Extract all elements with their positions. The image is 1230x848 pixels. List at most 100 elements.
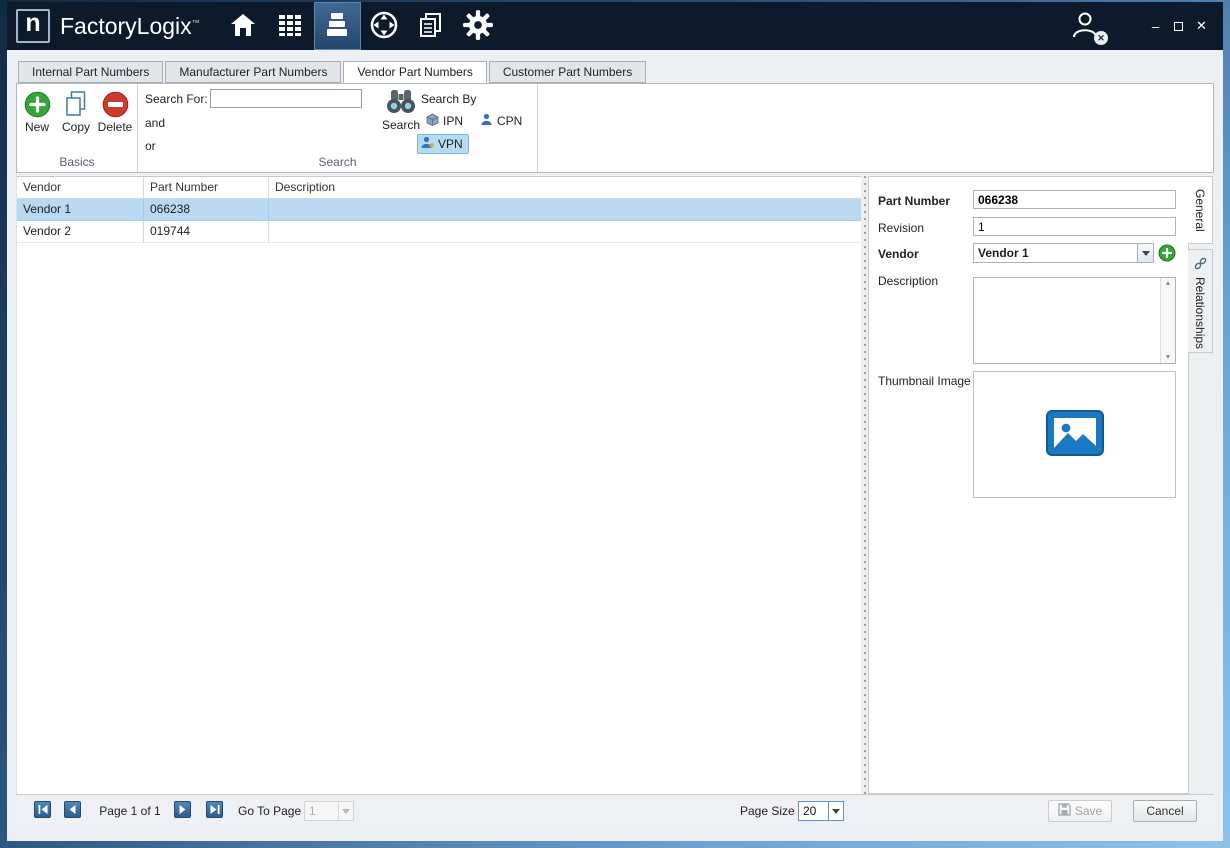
tab-customer-part-numbers[interactable]: Customer Part Numbers — [489, 61, 646, 83]
previous-page-button[interactable] — [64, 801, 81, 818]
go-to-page-value: 1 — [305, 802, 338, 820]
search-by-vpn-option[interactable]: VPN — [417, 134, 469, 154]
delete-icon — [96, 89, 134, 119]
home-icon — [229, 12, 257, 41]
ipn-icon — [426, 113, 439, 129]
tab-manufacturer-part-numbers[interactable]: Manufacturer Part Numbers — [165, 61, 341, 83]
image-placeholder-icon — [1046, 410, 1104, 459]
page-size-dropdown[interactable]: 20 — [798, 801, 844, 821]
minimize-icon: – — [1152, 19, 1159, 34]
search-group-label: Search — [138, 155, 537, 169]
app-logo: n — [16, 9, 50, 43]
table-row[interactable]: Vendor 2 019744 — [17, 221, 861, 243]
revision-input[interactable] — [973, 217, 1176, 236]
table-header: Vendor Part Number Description — [17, 177, 861, 199]
search-for-input[interactable] — [210, 89, 362, 108]
settings-icon — [462, 9, 494, 44]
maximize-button[interactable] — [1167, 15, 1190, 38]
cell-vendor: Vendor 1 — [17, 199, 144, 221]
next-page-button[interactable] — [174, 801, 191, 818]
nav-home[interactable] — [220, 2, 267, 50]
logout-badge-icon: ✕ — [1094, 31, 1108, 45]
scroll-up-icon[interactable]: ▲ — [1161, 280, 1175, 287]
app-window: n FactoryLogix™ — [7, 2, 1223, 841]
splitter-dots — [864, 176, 866, 794]
go-to-page-input[interactable]: 1 — [304, 801, 354, 821]
add-vendor-button[interactable] — [1158, 244, 1176, 262]
nav-settings[interactable] — [455, 2, 502, 50]
trademark: ™ — [192, 18, 200, 27]
page-size-value: 20 — [799, 802, 828, 820]
nav-documents[interactable] — [408, 2, 455, 50]
vpn-label: VPN — [438, 137, 463, 151]
cpn-icon — [480, 113, 493, 129]
basics-group-label: Basics — [17, 155, 137, 169]
side-tab-relationships[interactable]: Relationships — [1188, 249, 1213, 353]
description-label: Description — [878, 274, 938, 288]
side-tab-general-label: General — [1193, 189, 1207, 232]
user-status-button[interactable]: ✕ — [1070, 9, 1104, 43]
cell-vendor: Vendor 2 — [17, 221, 144, 243]
vendor-parts-table: Vendor Part Number Description Vendor 1 … — [16, 176, 861, 794]
app-logo-letter: n — [25, 11, 40, 36]
and-label: and — [145, 116, 165, 130]
tab-internal-part-numbers[interactable]: Internal Part Numbers — [18, 61, 163, 83]
search-for-label: Search For: — [145, 92, 208, 106]
copy-label: Copy — [57, 120, 95, 134]
part-number-input[interactable] — [973, 190, 1176, 209]
link-icon — [1194, 257, 1207, 273]
materials-icon — [323, 11, 351, 42]
column-header-description[interactable]: Description — [269, 177, 861, 198]
search-by-ipn-option[interactable]: IPN — [422, 111, 469, 131]
save-icon — [1058, 803, 1071, 819]
ribbon-toolbar: New Copy — [16, 83, 1214, 173]
page-indicator: Page 1 of 1 — [90, 804, 170, 818]
delete-button[interactable]: Delete — [96, 89, 134, 134]
column-header-part-number[interactable]: Part Number — [144, 177, 269, 198]
save-label: Save — [1075, 804, 1102, 818]
revision-label: Revision — [878, 221, 924, 235]
copy-button[interactable]: Copy — [57, 89, 95, 134]
tab-vendor-part-numbers[interactable]: Vendor Part Numbers — [343, 61, 486, 83]
documents-icon — [417, 11, 445, 42]
titlebar: n FactoryLogix™ — [7, 2, 1223, 50]
go-to-page-label: Go To Page — [238, 804, 301, 818]
scroll-down-icon[interactable]: ▼ — [1161, 354, 1175, 361]
first-page-button[interactable] — [34, 801, 51, 818]
bottom-bar: Page 1 of 1 Go To Page 1 Page Size 20 — [16, 794, 1214, 825]
ribbon-group-basics: New Copy — [17, 84, 138, 172]
page-size-label: Page Size — [740, 804, 795, 818]
table-row[interactable]: Vendor 1 066238 — [17, 199, 861, 221]
column-header-vendor[interactable]: Vendor — [17, 177, 144, 198]
side-tab-general[interactable]: General — [1188, 176, 1213, 244]
planning-icon — [277, 12, 303, 41]
search-by-label: Search By — [421, 92, 476, 106]
new-button[interactable]: New — [18, 89, 56, 134]
maximize-icon — [1174, 22, 1183, 31]
new-label: New — [18, 120, 56, 134]
search-by-cpn-option[interactable]: CPN — [476, 111, 528, 131]
or-label: or — [145, 139, 156, 153]
minimize-button[interactable]: – — [1144, 15, 1167, 38]
cell-part-number: 066238 — [144, 199, 269, 221]
vendor-label: Vendor — [878, 247, 919, 261]
thumbnail-image-dropzone[interactable] — [973, 371, 1176, 498]
save-button[interactable]: Save — [1048, 800, 1112, 822]
part-number-label: Part Number — [878, 194, 950, 208]
part-number-tabs: Internal Part Numbers Manufacturer Part … — [18, 61, 648, 83]
panel-splitter[interactable] — [861, 176, 868, 794]
vendor-dropdown[interactable]: Vendor 1 — [973, 243, 1154, 263]
page-size-arrow-icon — [828, 802, 843, 820]
vpn-icon — [421, 136, 434, 152]
last-page-button[interactable] — [206, 801, 223, 818]
copy-icon — [57, 89, 95, 119]
cancel-button[interactable]: Cancel — [1133, 800, 1197, 822]
description-scrollbar[interactable]: ▲ ▼ — [1160, 278, 1175, 363]
nav-dispatch[interactable] — [361, 2, 408, 50]
close-icon: ✕ — [1196, 18, 1207, 34]
description-textarea[interactable]: ▲ ▼ — [973, 277, 1176, 364]
nav-planning[interactable] — [267, 2, 314, 50]
close-button[interactable]: ✕ — [1190, 15, 1213, 38]
nav-materials[interactable] — [314, 2, 361, 50]
search-button[interactable]: Search — [378, 87, 424, 132]
